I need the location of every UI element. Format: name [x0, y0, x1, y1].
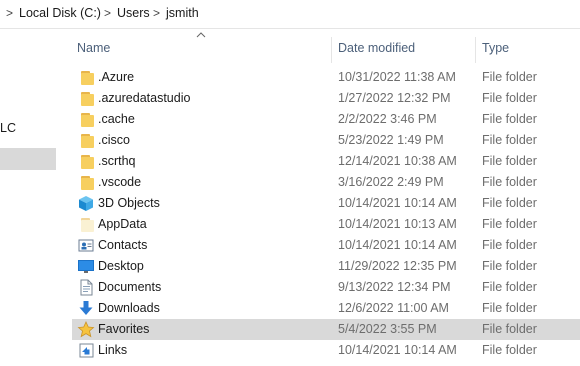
file-date-modified: 3/16/2022 2:49 PM	[338, 175, 444, 189]
file-name[interactable]: Links	[98, 343, 127, 357]
file-name[interactable]: Documents	[98, 280, 161, 294]
file-date-modified: 2/2/2022 3:46 PM	[338, 112, 437, 126]
breadcrumb-local-disk[interactable]: Local Disk (C:)	[19, 6, 101, 20]
appdata-folder-icon	[77, 216, 95, 233]
file-type: File folder	[482, 301, 537, 315]
file-name[interactable]: .scrthq	[98, 154, 136, 168]
file-row-3d-objects[interactable]: 3D Objects 10/14/2021 10:14 AM File folder	[72, 193, 580, 214]
breadcrumb-separator-icon[interactable]: >	[153, 6, 160, 20]
file-date-modified: 12/6/2022 11:00 AM	[338, 301, 449, 315]
file-name[interactable]: .vscode	[98, 175, 141, 189]
folder-icon	[77, 90, 95, 107]
file-name[interactable]: .Azure	[98, 70, 134, 84]
documents-icon	[77, 279, 95, 296]
column-header-date-modified[interactable]: Date modified	[338, 41, 415, 55]
folder-icon	[77, 174, 95, 191]
file-type: File folder	[482, 70, 537, 84]
file-row-dot-azuredatastudio[interactable]: .azuredatastudio 1/27/2022 12:32 PM File f…	[72, 88, 580, 109]
column-divider[interactable]	[475, 37, 476, 63]
breadcrumb-separator-icon[interactable]: >	[104, 6, 111, 20]
file-name[interactable]: .cache	[98, 112, 135, 126]
file-name[interactable]: .azuredatastudio	[98, 91, 190, 105]
file-type: File folder	[482, 112, 537, 126]
folder-icon	[77, 132, 95, 149]
file-row-dot-cisco[interactable]: .cisco 5/23/2022 1:49 PM File folder	[72, 130, 580, 151]
file-type: File folder	[482, 133, 537, 147]
file-row-appdata[interactable]: AppData 10/14/2021 10:13 AM File folder	[72, 214, 580, 235]
file-date-modified: 5/23/2022 1:49 PM	[338, 133, 444, 147]
file-type: File folder	[482, 196, 537, 210]
file-date-modified: 10/14/2021 10:14 AM	[338, 343, 457, 357]
file-name[interactable]: Desktop	[98, 259, 144, 273]
file-type: File folder	[482, 175, 537, 189]
file-date-modified: 10/31/2022 11:38 AM	[338, 70, 456, 84]
file-date-modified: 11/29/2022 12:35 PM	[338, 259, 457, 273]
file-name[interactable]: Downloads	[98, 301, 160, 315]
breadcrumb-jsmith[interactable]: jsmith	[166, 6, 199, 20]
file-name[interactable]: Favorites	[98, 322, 149, 336]
file-date-modified: 12/14/2021 10:38 AM	[338, 154, 457, 168]
file-row-contacts[interactable]: Contacts 10/14/2021 10:14 AM File folder	[72, 235, 580, 256]
nav-item-partial-label[interactable]: LC	[0, 121, 16, 135]
3d-objects-icon	[77, 195, 95, 212]
breadcrumb-users[interactable]: Users	[117, 6, 150, 20]
breadcrumb-separator-icon[interactable]: >	[6, 6, 13, 20]
file-list: Name Date modified Type .Azure 10/31/2022…	[72, 29, 580, 366]
folder-icon	[77, 153, 95, 170]
file-type: File folder	[482, 280, 537, 294]
links-icon	[77, 342, 95, 359]
file-row-dot-azure[interactable]: .Azure 10/31/2022 11:38 AM File folder	[72, 67, 580, 88]
file-date-modified: 1/27/2022 12:32 PM	[338, 91, 451, 105]
file-row-dot-cache[interactable]: .cache 2/2/2022 3:46 PM File folder	[72, 109, 580, 130]
file-name[interactable]: .cisco	[98, 133, 130, 147]
file-row-documents[interactable]: Documents 9/13/2022 12:34 PM File folder	[72, 277, 580, 298]
contacts-icon	[77, 237, 95, 254]
folder-icon	[77, 69, 95, 86]
file-row-downloads[interactable]: Downloads 12/6/2022 11:00 AM File folder	[72, 298, 580, 319]
column-header-row: Name Date modified Type	[72, 29, 580, 67]
file-type: File folder	[482, 217, 537, 231]
file-name[interactable]: 3D Objects	[98, 196, 160, 210]
file-date-modified: 5/4/2022 3:55 PM	[338, 322, 437, 336]
desktop-icon	[77, 258, 95, 275]
favorites-star-icon	[77, 321, 95, 338]
file-explorer-window: > Local Disk (C:) > Users > jsmith LC Na…	[0, 0, 580, 366]
column-header-name[interactable]: Name	[77, 41, 110, 55]
file-row-desktop[interactable]: Desktop 11/29/2022 12:35 PM File folder	[72, 256, 580, 277]
folder-icon	[77, 111, 95, 128]
file-row-dot-scrthq[interactable]: .scrthq 12/14/2021 10:38 AM File folder	[72, 151, 580, 172]
file-row-dot-vscode[interactable]: .vscode 3/16/2022 2:49 PM File folder	[72, 172, 580, 193]
file-row-favorites[interactable]: Favorites 5/4/2022 3:55 PM File folder	[72, 319, 580, 340]
file-date-modified: 10/14/2021 10:13 AM	[338, 217, 457, 231]
file-type: File folder	[482, 259, 537, 273]
file-name[interactable]: Contacts	[98, 238, 147, 252]
file-row-links[interactable]: Links 10/14/2021 10:14 AM File folder	[72, 340, 580, 361]
navigation-pane[interactable]: LC	[0, 29, 56, 366]
file-type: File folder	[482, 343, 537, 357]
nav-item-selected[interactable]	[0, 148, 56, 170]
file-date-modified: 9/13/2022 12:34 PM	[338, 280, 451, 294]
file-type: File folder	[482, 322, 537, 336]
column-header-type[interactable]: Type	[482, 41, 509, 55]
file-name[interactable]: AppData	[98, 217, 147, 231]
file-type: File folder	[482, 91, 537, 105]
file-date-modified: 10/14/2021 10:14 AM	[338, 238, 457, 252]
file-date-modified: 10/14/2021 10:14 AM	[338, 196, 457, 210]
file-type: File folder	[482, 238, 537, 252]
file-type: File folder	[482, 154, 537, 168]
address-bar[interactable]: > Local Disk (C:) > Users > jsmith	[0, 0, 580, 29]
sort-ascending-icon[interactable]	[196, 31, 206, 39]
downloads-icon	[77, 300, 95, 317]
column-divider[interactable]	[331, 37, 332, 63]
